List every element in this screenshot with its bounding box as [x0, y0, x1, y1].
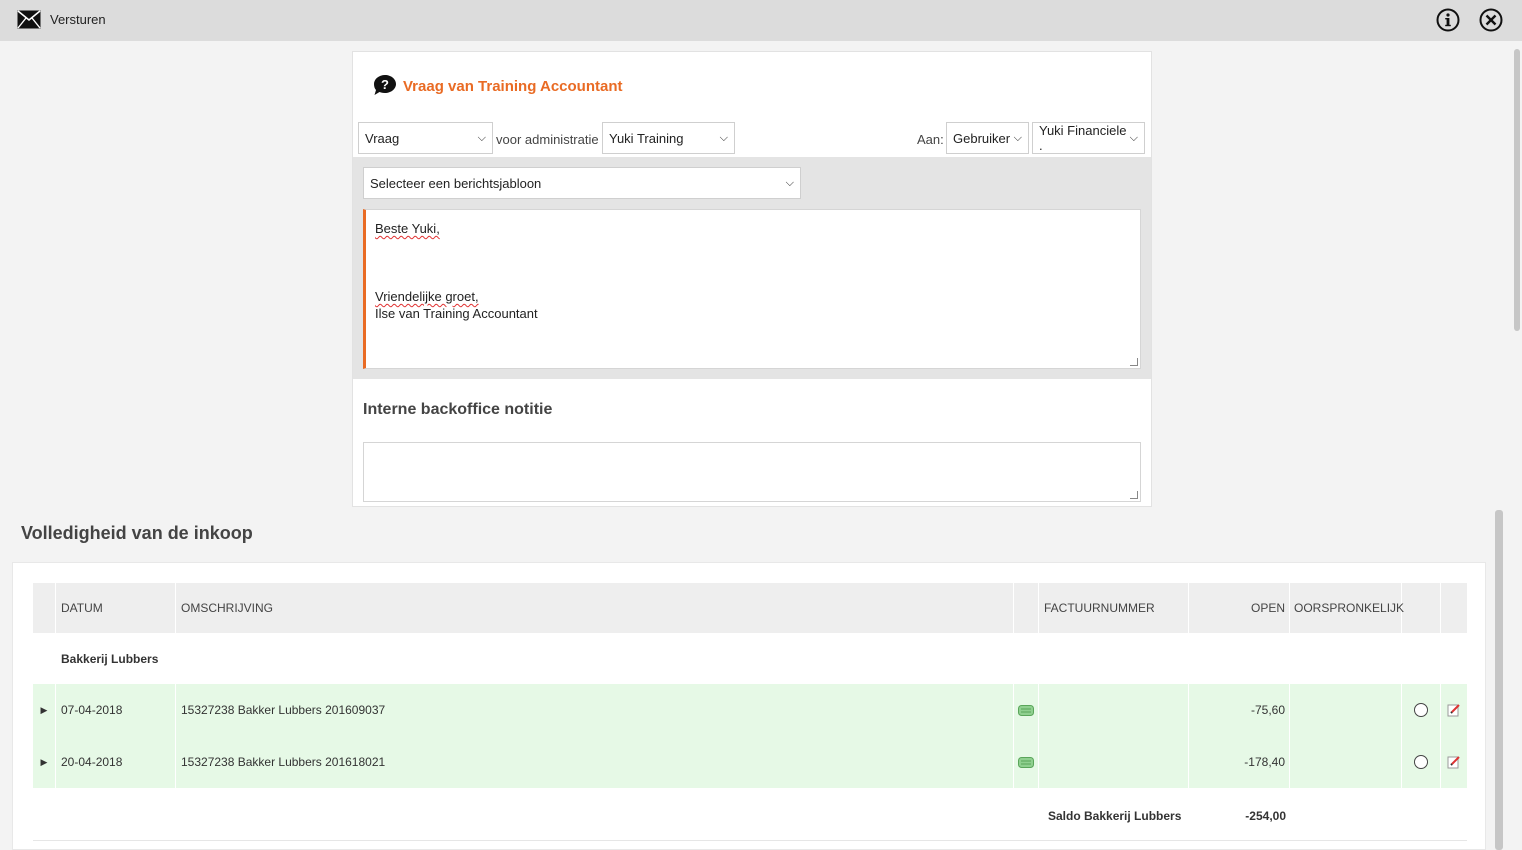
money-note-icon	[1014, 684, 1039, 736]
th-description[interactable]: OMSCHRIJVING	[176, 583, 1014, 633]
type-select-value: Vraag	[365, 130, 400, 146]
expand-arrow-icon[interactable]: ▶	[33, 736, 56, 788]
group-row: Bakkerij Lubbers	[33, 633, 1467, 684]
purchase-table-card: DATUM OMSCHRIJVING FACTUURNUMMER OPEN OO…	[12, 562, 1486, 850]
th-type	[1014, 583, 1039, 633]
row-invoice	[1039, 684, 1189, 736]
note-title: Interne backoffice notitie	[363, 401, 553, 418]
template-select-value: Selecteer een berichtsjabloon	[370, 175, 542, 191]
saldo-label: Saldo Bakkerij Lubbers	[1048, 809, 1182, 823]
question-bubble-icon: ?	[374, 75, 396, 95]
message-panel: ? Vraag van Training Accountant Vraag ⌵ …	[352, 51, 1152, 507]
group-label: Bakkerij Lubbers	[61, 652, 159, 666]
chevron-down-icon: ⌵	[1013, 131, 1022, 144]
table-header: DATUM OMSCHRIJVING FACTUURNUMMER OPEN OO…	[33, 583, 1467, 633]
type-select[interactable]: Vraag ⌵	[358, 122, 493, 154]
row-description: 15327238 Bakker Lubbers 201609037	[176, 684, 1014, 736]
admin-select-value: Yuki Training	[609, 130, 684, 146]
note-textarea[interactable]	[363, 442, 1141, 502]
content-scrollbar[interactable]	[1495, 510, 1503, 850]
row-original	[1290, 684, 1402, 736]
to-select[interactable]: Gebruiker ⌵	[946, 122, 1029, 154]
compose-area: Selecteer een berichtsjabloon ⌵ Beste Yu…	[353, 157, 1151, 379]
row-date: 07-04-2018	[56, 684, 176, 736]
th-invoice[interactable]: FACTUURNUMMER	[1039, 583, 1189, 633]
radio-icon[interactable]	[1414, 703, 1428, 717]
message-greeting: Beste Yuki,	[375, 221, 440, 236]
chevron-down-icon: ⌵	[719, 131, 728, 144]
edit-pencil-icon[interactable]	[1441, 684, 1467, 736]
edit-pencil-icon[interactable]	[1441, 736, 1467, 788]
money-note-icon	[1014, 736, 1039, 788]
th-date[interactable]: DATUM	[56, 583, 176, 633]
saldo-row: Saldo Bakkerij Lubbers -254,00	[33, 789, 1467, 841]
resize-handle[interactable]	[1130, 491, 1138, 499]
th-select	[1402, 583, 1441, 633]
admin-label: voor administratie	[496, 132, 599, 147]
to-select-value: Gebruiker	[953, 130, 1011, 146]
window-title: Versturen	[50, 12, 106, 27]
recipient-select[interactable]: Yuki Financiele . ⌵	[1032, 122, 1145, 154]
message-closing: Vriendelijke groet,	[375, 289, 479, 304]
row-original	[1290, 736, 1402, 788]
row-open: -178,40	[1189, 736, 1290, 788]
close-icon[interactable]	[1479, 8, 1503, 32]
svg-text:?: ?	[381, 77, 389, 92]
info-icon[interactable]	[1436, 8, 1460, 32]
saldo-value: -254,00	[1245, 809, 1286, 823]
th-open[interactable]: OPEN	[1189, 583, 1290, 633]
row-invoice	[1039, 736, 1189, 788]
message-textarea[interactable]: Beste Yuki, Vriendelijke groet, Ilse van…	[363, 209, 1141, 369]
th-original[interactable]: OORSPRONKELIJK	[1290, 583, 1404, 633]
row-open: -75,60	[1189, 684, 1290, 736]
row-select-radio[interactable]	[1402, 684, 1441, 736]
row-select-radio[interactable]	[1402, 736, 1441, 788]
template-select[interactable]: Selecteer een berichtsjabloon ⌵	[363, 167, 801, 199]
expand-arrow-icon[interactable]: ▶	[33, 684, 56, 736]
chevron-down-icon: ⌵	[1129, 131, 1138, 144]
admin-select[interactable]: Yuki Training ⌵	[602, 122, 735, 154]
row-description: 15327238 Bakker Lubbers 201618021	[176, 736, 1014, 788]
recipient-select-value: Yuki Financiele .	[1039, 123, 1127, 153]
chevron-down-icon: ⌵	[785, 176, 794, 189]
row-date: 20-04-2018	[56, 736, 176, 788]
message-signature: Ilse van Training Accountant	[375, 306, 538, 321]
radio-icon[interactable]	[1414, 755, 1428, 769]
panel-title: Vraag van Training Accountant	[403, 78, 623, 95]
table-row[interactable]: ▶ 20-04-2018 15327238 Bakker Lubbers 201…	[33, 736, 1467, 788]
th-edit	[1441, 583, 1467, 633]
chevron-down-icon: ⌵	[477, 131, 486, 144]
resize-handle[interactable]	[1130, 358, 1138, 366]
envelope-icon	[17, 10, 41, 29]
top-bar: Versturen	[0, 0, 1522, 41]
to-label: Aan:	[917, 132, 944, 147]
table-row[interactable]: ▶ 07-04-2018 15327238 Bakker Lubbers 201…	[33, 684, 1467, 736]
page-scrollbar[interactable]	[1512, 41, 1522, 850]
section-title: Volledigheid van de inkoop	[21, 523, 253, 543]
scrollbar-thumb[interactable]	[1514, 49, 1520, 331]
th-expand	[33, 583, 56, 633]
